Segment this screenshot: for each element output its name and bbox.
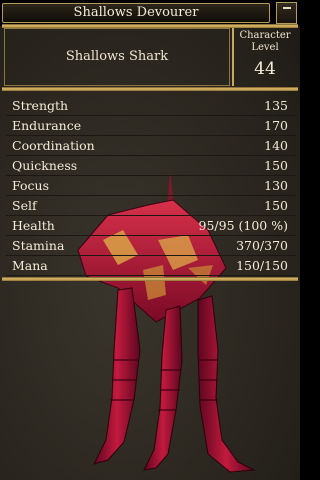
minimize-button[interactable]	[276, 2, 297, 24]
creature-appraisal-panel: Shallows Devourer Shallows Shark Charact…	[0, 0, 300, 480]
creature-leg-left	[93, 287, 141, 465]
stat-row-coordination: Coordination 140	[6, 136, 296, 156]
stat-label: Coordination	[12, 138, 95, 153]
level-label-line1: Character	[239, 30, 291, 41]
stat-row-stamina: Stamina 370/370	[6, 236, 296, 256]
window-title: Shallows Devourer	[73, 5, 199, 20]
level-value: 44	[254, 59, 276, 79]
level-label-line2: Level	[251, 42, 279, 53]
stat-value: 150/150	[236, 258, 288, 273]
stat-label: Strength	[12, 98, 69, 113]
stat-value: 150	[264, 198, 288, 213]
stat-value: 95/95 (100 %)	[198, 218, 288, 233]
stat-row-focus: Focus 130	[6, 176, 296, 196]
stat-row-endurance: Endurance 170	[6, 116, 296, 136]
minimize-icon	[283, 7, 291, 9]
stat-row-quickness: Quickness 150	[6, 156, 296, 176]
stat-label: Mana	[12, 258, 48, 273]
stat-label: Endurance	[12, 118, 82, 133]
level-label: Character Level	[234, 30, 296, 54]
creature-leg-center	[143, 305, 183, 471]
stat-row-health: Health 95/95 (100 %)	[6, 216, 296, 236]
stat-value: 140	[264, 138, 288, 153]
stat-label: Stamina	[12, 238, 65, 253]
stat-value: 135	[264, 98, 288, 113]
creature-name: Shallows Shark	[65, 49, 169, 64]
stat-value: 130	[264, 178, 288, 193]
stat-value: 150	[264, 158, 288, 173]
stat-label: Health	[12, 218, 55, 233]
stat-label: Quickness	[12, 158, 78, 173]
creature-leg-right	[197, 295, 256, 473]
stat-label: Focus	[12, 178, 49, 193]
divider-stats	[2, 277, 298, 281]
stat-label: Self	[12, 198, 37, 213]
title-bar[interactable]: Shallows Devourer	[0, 0, 300, 26]
divider-header	[2, 87, 298, 91]
stat-value: 170	[264, 118, 288, 133]
stat-row-strength: Strength 135	[6, 96, 296, 116]
stat-value: 370/370	[236, 238, 288, 253]
stats-table: Strength 135 Endurance 170 Coordination …	[6, 96, 296, 276]
stat-row-mana: Mana 150/150	[6, 256, 296, 276]
stat-row-self: Self 150	[6, 196, 296, 216]
